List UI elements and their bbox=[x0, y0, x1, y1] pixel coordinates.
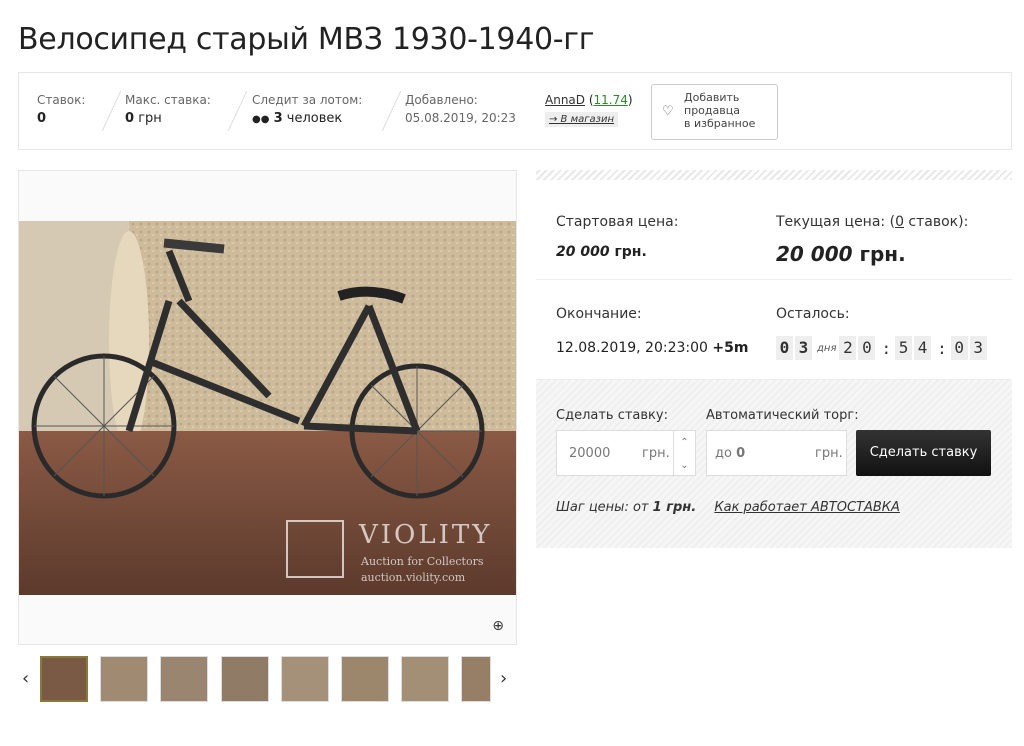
lot-photo[interactable]: VIOLITY Auction for Collectors auction.v… bbox=[19, 221, 516, 595]
bicycle-photo: VIOLITY Auction for Collectors auction.v… bbox=[19, 221, 516, 595]
watchers-value: 3 bbox=[273, 111, 283, 126]
divider bbox=[381, 90, 402, 132]
shop-link[interactable]: → В магазин bbox=[545, 112, 619, 127]
autobid-help-link[interactable]: Как работает АВТОСТАВКА bbox=[714, 500, 900, 515]
days-digit: 3 bbox=[795, 336, 812, 360]
days-digit: 0 bbox=[776, 336, 793, 360]
chevron-left-icon[interactable]: ‹ bbox=[22, 668, 29, 689]
autobid-label: Автоматический торг: bbox=[706, 408, 859, 423]
autobid-value: 0 bbox=[736, 446, 746, 461]
step-prefix: от bbox=[632, 500, 649, 515]
watermark-site: auction.violity.com bbox=[361, 571, 466, 584]
watchers-stat: Следит за лотом: ●● 3 человек bbox=[252, 93, 362, 126]
zoom-icon[interactable]: ⊕ bbox=[492, 618, 504, 634]
autobid-prefix: до bbox=[715, 446, 732, 461]
countdown-timer: 0 3 дня 2 0 : 5 4 : 0 3 bbox=[776, 336, 989, 360]
max-bid-value: 0 bbox=[125, 111, 135, 126]
hours-digit: 2 bbox=[839, 336, 857, 360]
start-price-label: Стартовая цена: bbox=[556, 214, 679, 230]
watermark-tagline: Auction for Collectors bbox=[360, 555, 484, 568]
current-price-value: 20 000 bbox=[776, 242, 853, 266]
autobid-input[interactable]: до 0 грн. bbox=[706, 430, 847, 476]
max-bid-stat: Макс. ставка: 0 грн bbox=[125, 93, 211, 126]
lot-stats-bar: Ставок: 0 Макс. ставка: 0 грн Следит за … bbox=[18, 72, 1012, 150]
add-seller-favorite-button[interactable]: ♡ Добавить продавца в избранное bbox=[651, 84, 778, 140]
bid-label: Сделать ставку: bbox=[556, 408, 668, 423]
bid-panel: Стартовая цена: 20 000 грн. Текущая цена… bbox=[536, 170, 1012, 548]
start-price-unit: грн. bbox=[614, 244, 647, 260]
thumbnail[interactable] bbox=[40, 656, 88, 702]
current-label-part-1: Текущая цена: ( bbox=[776, 214, 896, 230]
heart-icon: ♡ bbox=[662, 104, 674, 119]
added-label: Добавлено: bbox=[405, 93, 478, 107]
thumbnail[interactable] bbox=[160, 656, 208, 702]
quantity-stepper[interactable]: ⌃ ⌄ bbox=[673, 431, 695, 477]
watchers-label: Следит за лотом: bbox=[252, 93, 363, 107]
max-bid-unit: грн bbox=[138, 111, 162, 126]
start-price: 20 000 грн. bbox=[556, 244, 647, 260]
current-price-unit: грн. bbox=[859, 242, 906, 266]
current-bids-count[interactable]: 0 bbox=[895, 214, 904, 230]
current-price-label: Текущая цена: (0 ставок): bbox=[776, 214, 968, 230]
favorite-label-1: Добавить bbox=[684, 91, 740, 104]
favorite-label-3: в избранное bbox=[684, 117, 756, 130]
timing-row: Окончание: 12.08.2019, 20:23:00 +5m Оста… bbox=[536, 280, 1012, 380]
end-label: Окончание: bbox=[556, 306, 642, 322]
chevron-right-icon[interactable]: › bbox=[500, 668, 507, 689]
stripe-divider bbox=[536, 170, 1012, 180]
divider bbox=[227, 90, 248, 132]
autobid-field: до 0 bbox=[715, 446, 745, 461]
bids-label: Ставок: bbox=[37, 93, 86, 107]
seconds-digit: 0 bbox=[950, 336, 968, 360]
thumbnail[interactable] bbox=[461, 656, 491, 702]
start-price-value: 20 000 bbox=[556, 244, 610, 260]
divider bbox=[101, 90, 122, 132]
seller-info: AnnaD (11.74) → В магазин bbox=[545, 93, 633, 127]
bid-amount-value: 20000 bbox=[569, 446, 611, 461]
added-stat: Добавлено: 05.08.2019, 20:23 bbox=[405, 93, 516, 125]
thumbnail[interactable] bbox=[221, 656, 269, 702]
thumbnail[interactable] bbox=[281, 656, 329, 702]
time-left-label: Осталось: bbox=[776, 306, 850, 322]
step-label: Шаг цены: bbox=[556, 500, 629, 515]
page-title: Велосипед старый МВЗ 1930-1940-гг bbox=[18, 22, 595, 57]
added-value: 05.08.2019, 20:23 bbox=[405, 111, 516, 125]
bid-amount-input[interactable]: 20000 грн. ⌃ ⌄ bbox=[556, 430, 696, 477]
seller-name-link[interactable]: AnnaD bbox=[545, 93, 585, 107]
step-value: 1 грн. bbox=[652, 500, 697, 515]
chevron-up-icon[interactable]: ⌃ bbox=[674, 431, 695, 454]
thumbnail[interactable] bbox=[401, 656, 449, 702]
max-bid-label: Макс. ставка: bbox=[125, 93, 211, 107]
watermark-brand: VIOLITY bbox=[358, 520, 492, 550]
seller-rating[interactable]: 11.74 bbox=[594, 93, 628, 107]
thumbnail[interactable] bbox=[341, 656, 389, 702]
current-price: 20 000 грн. bbox=[776, 242, 906, 266]
current-label-part-2: ставок): bbox=[903, 214, 969, 230]
seconds-digit: 3 bbox=[969, 336, 987, 360]
thumbnail[interactable] bbox=[100, 656, 148, 702]
favorite-label-2: продавца bbox=[684, 104, 740, 117]
autobid-unit: грн. bbox=[815, 446, 843, 461]
image-gallery: VIOLITY Auction for Collectors auction.v… bbox=[18, 170, 517, 645]
people-icon: ●● bbox=[252, 114, 270, 125]
thumbnail-strip: ‹ › bbox=[18, 654, 517, 706]
end-time: 12.08.2019, 20:23:00 +5m bbox=[556, 340, 748, 356]
colon: : bbox=[881, 338, 892, 358]
end-value: 12.08.2019, 20:23:00 bbox=[556, 340, 708, 356]
hours-digit: 0 bbox=[858, 336, 876, 360]
colon: : bbox=[937, 338, 947, 358]
chevron-down-icon[interactable]: ⌄ bbox=[674, 454, 695, 477]
place-bid-button[interactable]: Сделать ставку bbox=[856, 430, 991, 476]
days-word: дня bbox=[817, 342, 837, 354]
end-timezone: +5m bbox=[712, 340, 749, 356]
price-step: Шаг цены: от 1 грн. Как работает АВТОСТА… bbox=[556, 500, 900, 515]
minutes-digit: 5 bbox=[895, 336, 913, 360]
bids-value: 0 bbox=[37, 111, 47, 126]
price-row: Стартовая цена: 20 000 грн. Текущая цена… bbox=[536, 180, 1012, 280]
minutes-digit: 4 bbox=[914, 336, 932, 360]
bids-stat: Ставок: 0 bbox=[37, 93, 85, 126]
watchers-unit: человек bbox=[286, 111, 343, 126]
bid-form: Сделать ставку: 20000 грн. ⌃ ⌄ Автоматич… bbox=[536, 380, 1012, 548]
bid-amount-unit: грн. bbox=[642, 446, 670, 461]
